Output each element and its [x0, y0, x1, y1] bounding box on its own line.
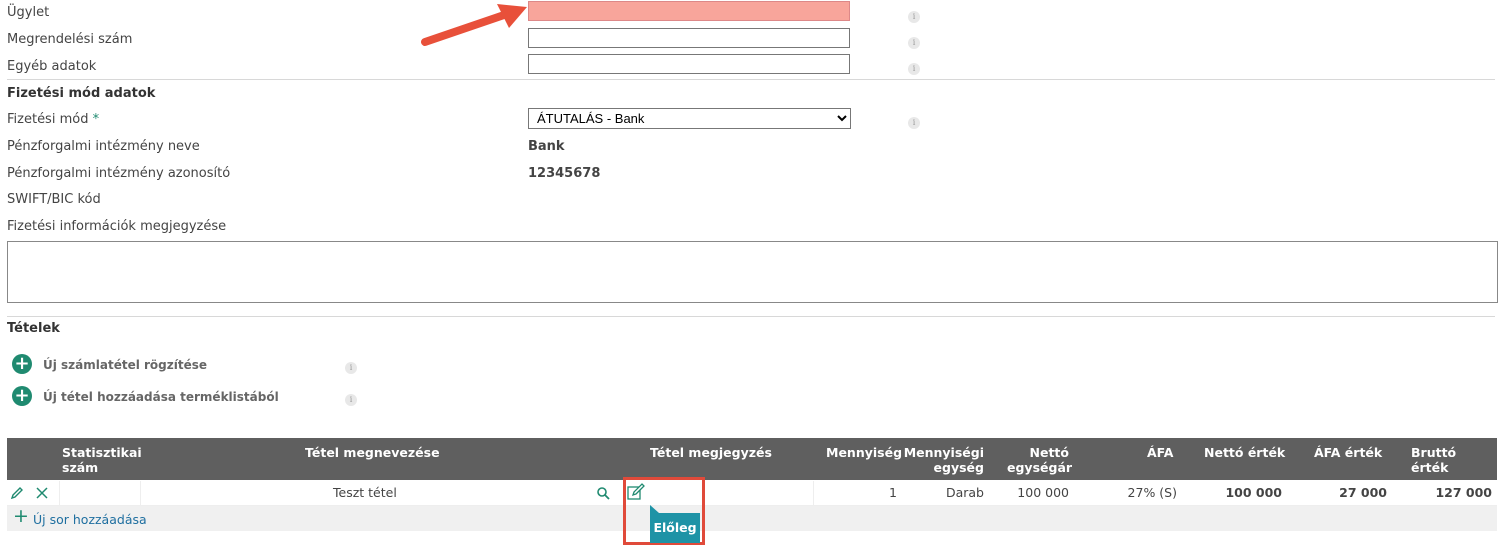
payment-note-textarea[interactable]: [7, 241, 1498, 303]
item-name-cell[interactable]: Teszt tétel: [333, 485, 397, 500]
field-label-egyeb-adatok: Egyéb adatok: [7, 59, 97, 74]
tooltip-pointer: [650, 505, 659, 513]
col-header-vat: ÁFA: [1147, 445, 1174, 460]
info-icon[interactable]: i: [345, 394, 357, 406]
vat-value-cell: 27 000: [1339, 485, 1387, 500]
payment-mode-label: Fizetési mód *: [7, 112, 99, 127]
tooltip: Előleg: [650, 513, 700, 543]
divider: [7, 79, 1495, 80]
field-label-megrendelesi-szam: Megrendelési szám: [7, 32, 133, 47]
col-header-qty: Mennyiség: [826, 445, 903, 460]
add-from-list-link[interactable]: Új tétel hozzáadása terméklistából: [43, 390, 279, 404]
info-icon[interactable]: i: [908, 11, 920, 23]
edit-pencil-icon[interactable]: [10, 486, 24, 500]
add-manual-item-link[interactable]: Új számlatétel rögzítése: [43, 358, 207, 372]
vat-cell[interactable]: 27% (S): [1107, 485, 1177, 500]
table-row: Teszt tétel 1 Darab 100 000 27% (S) 100 …: [7, 481, 1497, 506]
items-table-header: Statisztikai szám Tétel megnevezése Téte…: [7, 438, 1497, 480]
payment-mode-select[interactable]: ÁTUTALÁS - Bank: [528, 108, 851, 129]
info-icon[interactable]: i: [908, 63, 920, 75]
qty-cell[interactable]: 1: [807, 485, 897, 500]
add-row-bar: + Új sor hozzáadása: [7, 505, 1497, 531]
egyeb-adatok-input[interactable]: [528, 54, 850, 74]
col-header-note: Tétel megjegyzés: [650, 445, 772, 460]
col-header-vat-value: ÁFA érték: [1314, 445, 1383, 460]
info-icon[interactable]: i: [908, 117, 920, 129]
payment-mode-label-text: Fizetési mód: [7, 112, 89, 127]
unit-price-cell[interactable]: 100 000: [997, 485, 1069, 500]
payment-note-label: Fizetési információk megjegyzése: [7, 219, 227, 234]
gross-cell: 127 000: [1435, 485, 1492, 500]
col-header-net: Nettó érték: [1204, 445, 1286, 460]
col-header-name: Tétel megnevezése: [305, 445, 440, 460]
col-header-gross: Bruttó érték: [1411, 445, 1457, 475]
institution-id-label: Pénzforgalmi intézmény azonosító: [7, 166, 231, 181]
institution-id-value: 12345678: [528, 166, 601, 181]
required-mark: *: [92, 112, 100, 127]
col-header-unit-price: Nettó egységár: [1007, 445, 1073, 475]
col-header-unit: Mennyiségi egység: [903, 445, 984, 475]
unit-cell[interactable]: Darab: [902, 485, 984, 500]
col-header-stat: Statisztikai szám: [62, 445, 142, 475]
section-title-payment: Fizetési mód adatok: [7, 86, 156, 101]
ugylet-input[interactable]: [528, 1, 850, 21]
section-title-items: Tételek: [7, 321, 60, 336]
institution-name-label: Pénzforgalmi intézmény neve: [7, 139, 200, 154]
net-cell: 100 000: [1225, 485, 1282, 500]
info-icon[interactable]: i: [908, 37, 920, 49]
add-from-list-plus-icon[interactable]: +: [12, 386, 32, 406]
info-icon[interactable]: i: [345, 362, 357, 374]
megrendelesi-szam-input[interactable]: [528, 28, 850, 48]
plus-icon[interactable]: +: [13, 505, 29, 527]
divider: [7, 316, 1495, 317]
add-manual-item-plus-icon[interactable]: +: [12, 354, 32, 374]
institution-name-value: Bank: [528, 139, 565, 154]
annotation-arrow-icon: [421, 4, 527, 46]
stat-cell[interactable]: [59, 481, 141, 505]
swift-label: SWIFT/BIC kód: [7, 192, 101, 207]
add-row-link[interactable]: Új sor hozzáadása: [33, 512, 147, 527]
field-label-ugylet: Ügylet: [7, 5, 50, 20]
delete-x-icon[interactable]: [35, 486, 49, 500]
search-icon[interactable]: [596, 486, 610, 500]
